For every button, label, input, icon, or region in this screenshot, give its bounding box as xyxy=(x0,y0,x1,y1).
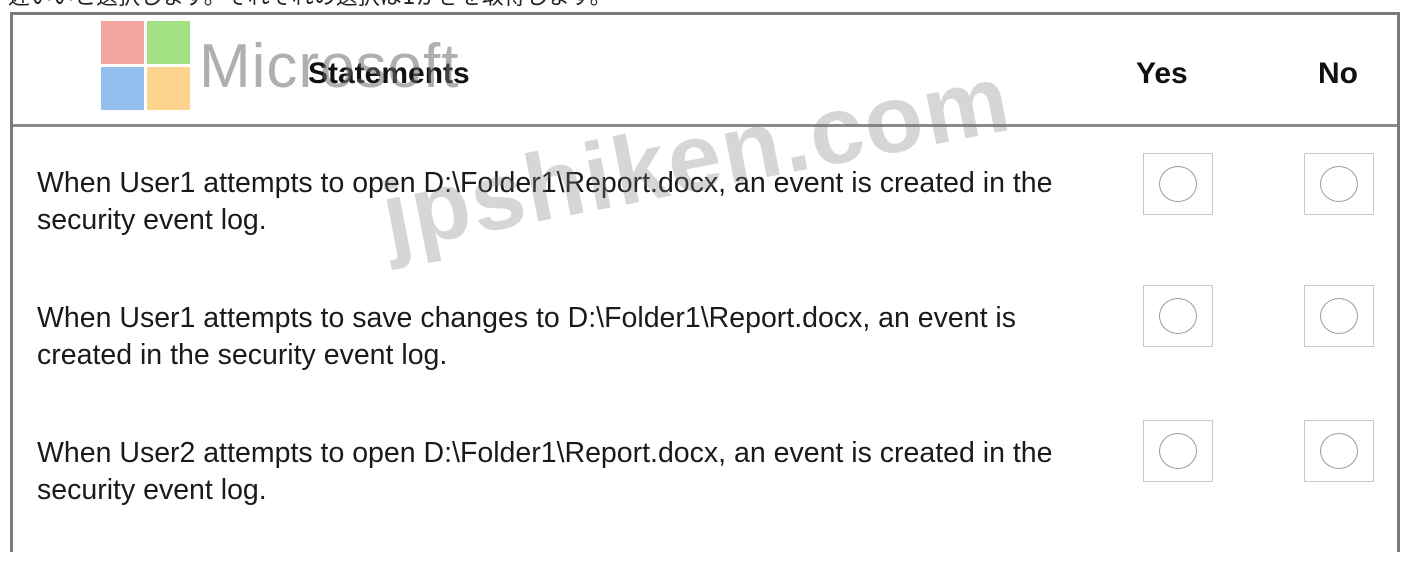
table-header: Statements Yes No xyxy=(13,15,1397,127)
statement-text: When User1 attempts to save changes to D… xyxy=(37,302,1016,371)
no-radio-1[interactable] xyxy=(1304,153,1374,215)
radio-circle-icon xyxy=(1159,433,1197,469)
top-instruction-strip: 遅いいと選択しまず。それそれの選択は1かきを取得します。 xyxy=(0,0,1409,12)
statement-text: When User2 attempts to open D:\Folder1\R… xyxy=(37,437,1053,506)
statement-row-2: When User1 attempts to save changes to D… xyxy=(13,285,1397,430)
no-radio-2[interactable] xyxy=(1304,285,1374,347)
no-header: No xyxy=(1318,57,1358,90)
statement-row-3: When User2 attempts to open D:\Folder1\R… xyxy=(13,420,1397,565)
radio-circle-icon xyxy=(1159,298,1197,334)
radio-circle-icon xyxy=(1320,433,1358,469)
radio-circle-icon xyxy=(1320,298,1358,334)
statement-text: When User1 attempts to open D:\Folder1\R… xyxy=(37,167,1053,236)
yes-radio-1[interactable] xyxy=(1143,153,1213,215)
no-radio-3[interactable] xyxy=(1304,420,1374,482)
question-table: Statements Yes No Microsoft When User1 a… xyxy=(10,12,1400,552)
radio-circle-icon xyxy=(1320,166,1358,202)
statement-row-1: When User1 attempts to open D:\Folder1\R… xyxy=(13,153,1397,295)
radio-circle-icon xyxy=(1159,166,1197,202)
yes-radio-3[interactable] xyxy=(1143,420,1213,482)
statements-header: Statements xyxy=(308,57,470,90)
top-instruction-text: 遅いいと選択しまず。それそれの選択は1かきを取得します。 xyxy=(8,0,612,10)
yes-radio-2[interactable] xyxy=(1143,285,1213,347)
yes-header: Yes xyxy=(1136,57,1188,90)
